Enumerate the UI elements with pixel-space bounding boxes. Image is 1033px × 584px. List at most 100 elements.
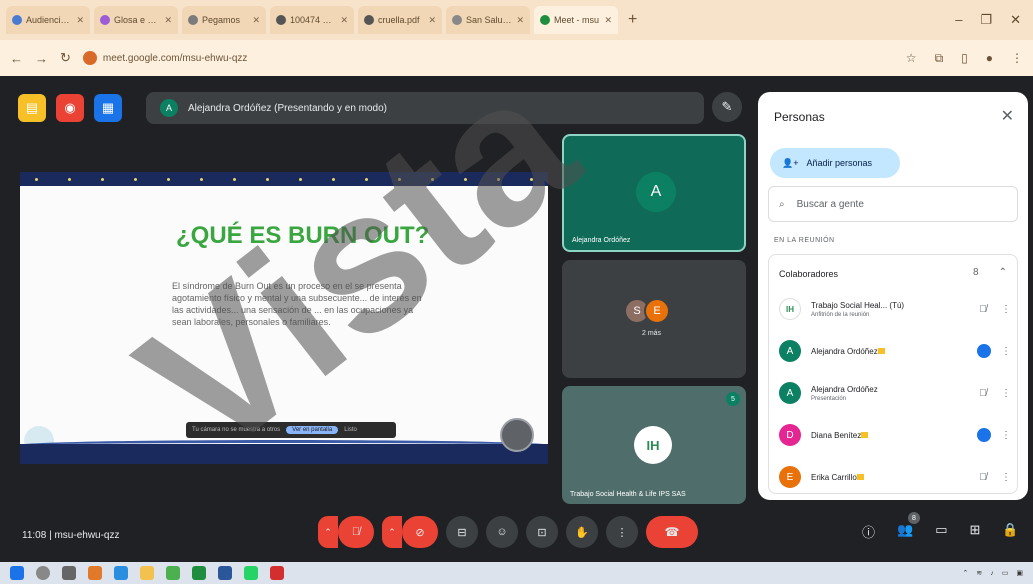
extensions-icon[interactable]: ⧉ bbox=[935, 51, 944, 66]
word-icon[interactable] bbox=[218, 566, 232, 580]
participant-avatar: D bbox=[779, 424, 801, 446]
minimize-icon[interactable]: – bbox=[955, 12, 962, 28]
restore-icon[interactable]: ❐ bbox=[980, 12, 992, 28]
app-icon[interactable] bbox=[192, 566, 206, 580]
app-icon[interactable] bbox=[270, 566, 284, 580]
close-tab-icon[interactable]: ✕ bbox=[76, 15, 84, 26]
reactions-icon[interactable]: ☺ bbox=[486, 516, 518, 548]
notice-text: Tu cámara no se muestra a otros bbox=[192, 427, 281, 433]
slide-bottom-border bbox=[20, 444, 548, 464]
browser-tab[interactable]: Glosa e & ojos ✕ bbox=[94, 6, 178, 34]
start-menu-icon[interactable] bbox=[10, 566, 24, 580]
video-options-chevron-icon[interactable]: ⌃ bbox=[382, 516, 402, 548]
tab-favicon-icon bbox=[452, 15, 462, 25]
self-camera-bubble[interactable] bbox=[500, 418, 534, 452]
close-tab-icon[interactable]: ✕ bbox=[516, 15, 524, 26]
browser-menu-icon[interactable]: ⋮ bbox=[1011, 51, 1023, 66]
url-field[interactable]: meet.google.com/msu-ehwu-qzz bbox=[82, 51, 894, 65]
captions-icon[interactable]: ⊟ bbox=[446, 516, 478, 548]
raise-hand-icon[interactable]: ✋ bbox=[566, 516, 598, 548]
chat-icon[interactable]: ▭ bbox=[935, 522, 947, 541]
notice-button[interactable]: Ver en pantalla bbox=[286, 426, 339, 434]
battery-icon[interactable]: ▭ bbox=[1002, 569, 1009, 577]
notifications-icon[interactable]: ▣ bbox=[1016, 569, 1023, 577]
close-tab-icon[interactable]: ✕ bbox=[604, 15, 612, 26]
meeting-details-icon[interactable]: ⓘ bbox=[862, 522, 875, 541]
participant-tile[interactable]: A Alejandra Ordóñez bbox=[562, 134, 746, 252]
task-view-icon[interactable] bbox=[62, 566, 76, 580]
close-tab-icon[interactable]: ✕ bbox=[164, 15, 172, 26]
participant-tile[interactable]: 5 IH Trabajo Social Health & Life IPS SA… bbox=[562, 386, 746, 504]
participant-row[interactable]: IH Trabajo Social Heal... (Tú) Anfitrión … bbox=[779, 291, 1011, 327]
record-icon[interactable]: ◉ bbox=[56, 94, 84, 122]
notice-dismiss[interactable]: Listo bbox=[344, 427, 357, 433]
chrome-icon[interactable] bbox=[166, 566, 180, 580]
participant-row[interactable]: A Alejandra Ordóñez Presentación 🎙̸ ⋮ bbox=[779, 375, 1011, 411]
more-options-icon[interactable]: ⋮ bbox=[1001, 388, 1011, 399]
close-tab-icon[interactable]: ✕ bbox=[428, 15, 436, 26]
reload-icon[interactable]: ↻ bbox=[60, 50, 71, 66]
browser-tab[interactable]: 100474 89878 ✕ bbox=[270, 6, 354, 34]
participant-avatar: A bbox=[779, 382, 801, 404]
add-people-button[interactable]: 👤+ Añadir personas bbox=[770, 148, 900, 178]
camera-off-button[interactable]: ⊘ bbox=[402, 516, 438, 548]
window-controls: – ❐ ✕ bbox=[955, 12, 1027, 28]
more-options-icon[interactable]: ⋮ bbox=[1001, 472, 1011, 483]
notes-icon[interactable]: ▤ bbox=[18, 94, 46, 122]
participant-row[interactable]: E Erika Carrillo 🎙̸ ⋮ bbox=[779, 459, 1011, 495]
contributors-group: Colaboradores 8 ⌃ IH Trabajo Social Heal… bbox=[768, 254, 1018, 494]
leave-call-button[interactable]: ☎ bbox=[646, 516, 698, 548]
app-icon[interactable] bbox=[88, 566, 102, 580]
more-options-icon[interactable]: ⋮ bbox=[1001, 304, 1011, 315]
company-logo: IH bbox=[634, 426, 672, 464]
participant-group-tile[interactable]: S E 2 más bbox=[562, 260, 746, 378]
audio-active-icon bbox=[977, 428, 991, 442]
more-options-icon[interactable]: ⋮ bbox=[1001, 346, 1011, 357]
people-search-input[interactable]: ⌕ Buscar a gente bbox=[768, 186, 1018, 222]
wifi-icon[interactable]: ≋ bbox=[976, 569, 982, 577]
tray-chevron-icon[interactable]: ⌃ bbox=[963, 569, 969, 577]
sidebar-icon[interactable]: ▯ bbox=[961, 51, 968, 66]
tab-favicon-icon bbox=[188, 15, 198, 25]
volume-icon[interactable]: ♪ bbox=[990, 570, 994, 577]
back-icon[interactable]: ← bbox=[10, 51, 23, 66]
activities-grid-icon[interactable]: ⊞ bbox=[970, 522, 981, 541]
search-placeholder: Buscar a gente bbox=[796, 198, 864, 210]
whatsapp-icon[interactable] bbox=[244, 566, 258, 580]
url-text: meet.google.com/msu-ehwu-qzz bbox=[102, 52, 248, 64]
people-icon[interactable]: 👥 bbox=[897, 522, 913, 541]
close-window-icon[interactable]: ✕ bbox=[1010, 12, 1021, 28]
add-person-icon: 👤+ bbox=[782, 157, 799, 168]
browser-tab-active[interactable]: Meet - msu ✕ bbox=[534, 6, 618, 34]
browser-tab[interactable]: cruella.pdf ✕ bbox=[358, 6, 442, 34]
bookmark-star-icon[interactable]: ☆ bbox=[906, 51, 917, 66]
chevron-up-icon[interactable]: ⌃ bbox=[999, 267, 1007, 278]
participant-name: Trabajo Social Heal... (Tú) bbox=[811, 300, 905, 310]
tab-label: Glosa e & ojos bbox=[114, 15, 160, 25]
participant-row[interactable]: D Diana Benítez ⋮ bbox=[779, 417, 1011, 453]
activities-icon[interactable]: ▦ bbox=[94, 94, 122, 122]
file-explorer-icon[interactable] bbox=[140, 566, 154, 580]
participant-avatar: A bbox=[779, 340, 801, 362]
close-tab-icon[interactable]: ✕ bbox=[340, 15, 348, 26]
tile-badge: 5 bbox=[726, 392, 740, 406]
mic-off-button[interactable]: 🎙̸ bbox=[338, 516, 374, 548]
forward-icon[interactable]: → bbox=[35, 51, 48, 66]
audio-options-chevron-icon[interactable]: ⌃ bbox=[318, 516, 338, 548]
more-options-icon[interactable]: ⋮ bbox=[606, 516, 638, 548]
close-tab-icon[interactable]: ✕ bbox=[252, 15, 260, 26]
more-options-icon[interactable]: ⋮ bbox=[1001, 430, 1011, 441]
participant-row[interactable]: A Alejandra Ordóñez ⋮ bbox=[779, 333, 1011, 369]
search-icon[interactable] bbox=[36, 566, 50, 580]
browser-tab[interactable]: Pegamos ✕ bbox=[182, 6, 266, 34]
close-icon[interactable]: ✕ bbox=[1001, 106, 1014, 126]
browser-tab[interactable]: San Salud IPS✕ bbox=[446, 6, 530, 34]
people-panel: Personas ✕ 👤+ Añadir personas ⌕ Buscar a… bbox=[758, 92, 1028, 500]
browser-tab[interactable]: Audiencia WP ✕ bbox=[6, 6, 90, 34]
new-tab-button[interactable]: + bbox=[622, 11, 643, 29]
present-screen-icon[interactable]: ⊡ bbox=[526, 516, 558, 548]
annotate-pen-icon[interactable]: ✎ bbox=[712, 92, 742, 122]
profile-icon[interactable]: ● bbox=[986, 51, 993, 66]
edge-icon[interactable] bbox=[114, 566, 128, 580]
host-controls-lock-icon[interactable]: 🔒 bbox=[1002, 522, 1018, 541]
